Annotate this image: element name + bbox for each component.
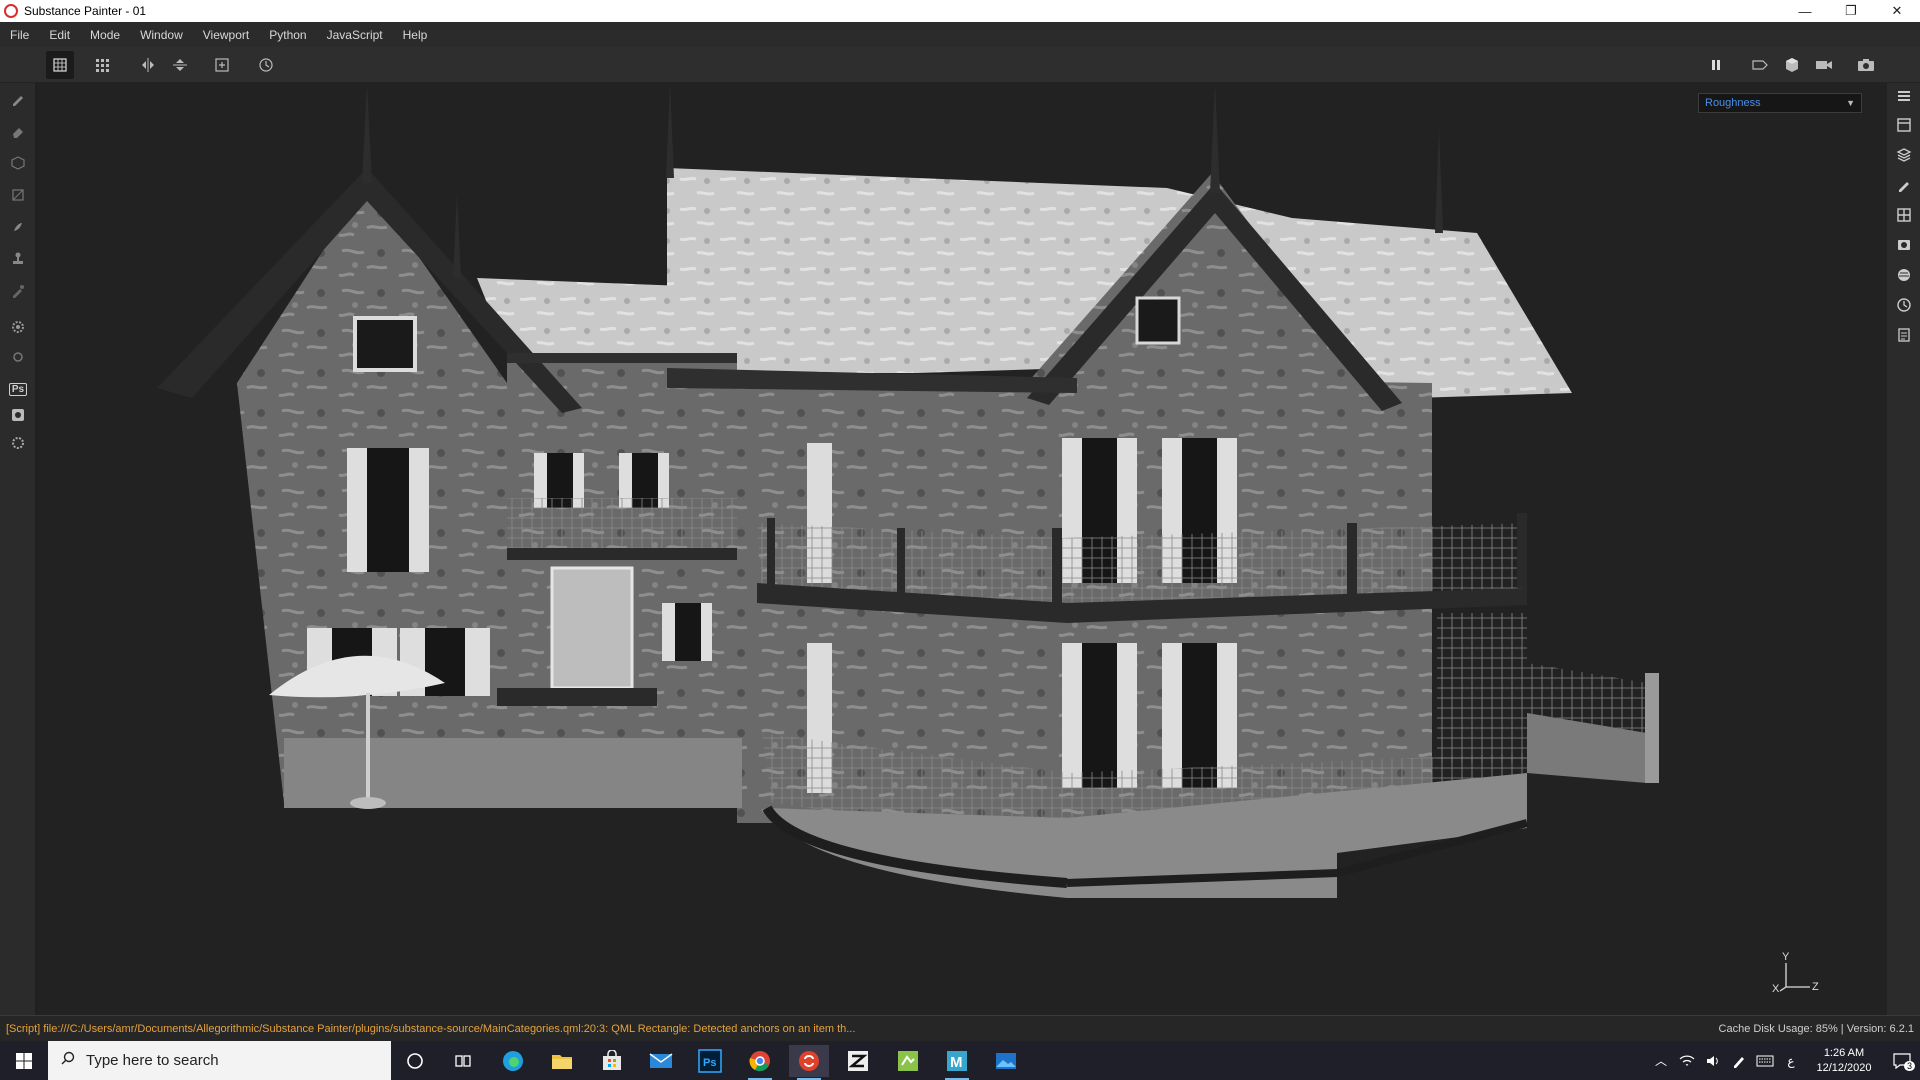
app-green-icon[interactable] bbox=[888, 1045, 928, 1077]
photoshop-icon[interactable]: Ps bbox=[6, 377, 30, 401]
menu-viewport[interactable]: Viewport bbox=[193, 28, 259, 42]
history-panel-icon[interactable] bbox=[1892, 293, 1916, 317]
smudge-icon[interactable] bbox=[6, 215, 30, 239]
system-tray: ︿ ع 1:26 AM 12/12/2020 3 bbox=[1648, 1041, 1920, 1080]
channel-select[interactable]: Roughness ▼ bbox=[1698, 93, 1862, 113]
window-title: Substance Painter - 01 bbox=[24, 4, 147, 18]
svg-text:Ps: Ps bbox=[703, 1057, 716, 1069]
layout-grid-icon[interactable] bbox=[90, 51, 118, 79]
eraser-icon[interactable] bbox=[6, 119, 30, 143]
minimize-button[interactable]: — bbox=[1782, 0, 1828, 22]
status-bar: [Script] file:///C:/Users/amr/Documents/… bbox=[0, 1015, 1920, 1041]
pause-icon[interactable] bbox=[1702, 51, 1730, 79]
svg-text:M: M bbox=[950, 1054, 963, 1071]
clock-time: 1:26 AM bbox=[1823, 1046, 1865, 1059]
window-controls: — ❐ ✕ bbox=[1782, 0, 1920, 22]
menu-file[interactable]: File bbox=[0, 28, 39, 42]
settings-gear-icon[interactable] bbox=[6, 315, 30, 339]
file-explorer-icon[interactable] bbox=[542, 1045, 582, 1077]
layout-single-icon[interactable] bbox=[46, 51, 74, 79]
geometry-mask-icon[interactable] bbox=[6, 183, 30, 207]
texture-set-list-icon[interactable] bbox=[1892, 85, 1916, 109]
right-panel-rail bbox=[1886, 83, 1920, 1015]
close-button[interactable]: ✕ bbox=[1874, 0, 1920, 22]
history-icon[interactable] bbox=[252, 51, 280, 79]
color-picker-icon[interactable] bbox=[6, 279, 30, 303]
search-icon bbox=[60, 1050, 76, 1071]
title-bar: Substance Painter - 01 — ❐ ✕ bbox=[0, 0, 1920, 22]
mail-icon[interactable] bbox=[641, 1045, 681, 1077]
substance-painter-window: Substance Painter - 01 — ❐ ✕ File Edit M… bbox=[0, 0, 1920, 1080]
cube-view-icon[interactable] bbox=[1778, 51, 1806, 79]
camera-persp-icon[interactable] bbox=[1746, 51, 1774, 79]
menu-edit[interactable]: Edit bbox=[39, 28, 80, 42]
axis-x-label: X bbox=[1772, 983, 1780, 995]
maya-icon[interactable]: M bbox=[937, 1045, 977, 1080]
symmetry-x-icon[interactable] bbox=[134, 51, 162, 79]
photoshop-icon[interactable]: Ps bbox=[690, 1045, 730, 1077]
house-model-render[interactable] bbox=[37, 83, 1886, 1015]
windows-start-icon[interactable] bbox=[0, 1041, 48, 1080]
add-frame-icon[interactable] bbox=[208, 51, 236, 79]
axis-y-label: Y bbox=[1782, 951, 1790, 963]
menu-window[interactable]: Window bbox=[130, 28, 193, 42]
taskbar-search-input[interactable]: Type here to search bbox=[48, 1041, 391, 1080]
paint-brush-icon[interactable] bbox=[6, 87, 30, 111]
display-settings-icon[interactable] bbox=[1892, 233, 1916, 257]
menu-help[interactable]: Help bbox=[393, 28, 438, 42]
main-toolbar bbox=[0, 47, 1920, 83]
screenshot-icon[interactable] bbox=[1852, 51, 1880, 79]
language-icon[interactable]: ع bbox=[1780, 1051, 1802, 1071]
restore-button[interactable]: ❐ bbox=[1828, 0, 1874, 22]
chevron-down-icon: ▼ bbox=[1846, 98, 1855, 108]
pen-icon[interactable] bbox=[1728, 1051, 1750, 1071]
shelf-icon[interactable] bbox=[1892, 203, 1916, 227]
layers-icon[interactable] bbox=[1892, 143, 1916, 167]
axis-gizmo: Y X Z bbox=[1772, 951, 1822, 999]
search-placeholder: Type here to search bbox=[86, 1052, 219, 1069]
clock-date: 12/12/2020 bbox=[1816, 1061, 1872, 1074]
export-icon[interactable] bbox=[6, 403, 30, 427]
keyboard-icon[interactable] bbox=[1754, 1051, 1776, 1071]
menu-javascript[interactable]: JavaScript bbox=[317, 28, 393, 42]
texture-set-settings-icon[interactable] bbox=[1892, 113, 1916, 137]
menu-bar: File Edit Mode Window Viewport Python Ja… bbox=[0, 22, 1920, 47]
axis-z-label: Z bbox=[1812, 981, 1819, 993]
status-message[interactable]: [Script] file:///C:/Users/amr/Documents/… bbox=[6, 1023, 855, 1035]
cache-version-info: Cache Disk Usage: 85% | Version: 6.2.1 bbox=[1718, 1022, 1914, 1035]
plugin-icon[interactable] bbox=[6, 431, 30, 455]
menu-mode[interactable]: Mode bbox=[80, 28, 130, 42]
notifications-count: 3 bbox=[1903, 1060, 1915, 1071]
chevron-up-icon[interactable]: ︿ bbox=[1650, 1051, 1672, 1071]
environment-icon[interactable] bbox=[1892, 263, 1916, 287]
store-icon[interactable] bbox=[592, 1045, 632, 1077]
volume-icon[interactable] bbox=[1702, 1051, 1724, 1071]
substance-painter-app-icon bbox=[4, 4, 18, 18]
channel-select-value: Roughness bbox=[1705, 97, 1761, 109]
substance-painter-icon[interactable] bbox=[789, 1045, 829, 1080]
notifications-icon[interactable]: 3 bbox=[1886, 1051, 1918, 1071]
clone-stamp-icon[interactable] bbox=[6, 247, 30, 271]
zbrush-icon[interactable] bbox=[838, 1045, 878, 1077]
cortana-icon[interactable] bbox=[395, 1045, 435, 1077]
symmetry-y-icon[interactable] bbox=[166, 51, 194, 79]
app-blue-icon[interactable] bbox=[986, 1045, 1026, 1077]
system-clock[interactable]: 1:26 AM 12/12/2020 bbox=[1804, 1046, 1884, 1076]
3d-viewport[interactable]: Roughness ▼ Y X Z bbox=[37, 83, 1886, 1015]
bake-icon[interactable] bbox=[6, 345, 30, 369]
properties-icon[interactable] bbox=[1892, 173, 1916, 197]
chrome-icon[interactable] bbox=[740, 1045, 780, 1080]
video-camera-icon[interactable] bbox=[1810, 51, 1838, 79]
wifi-icon[interactable] bbox=[1676, 1051, 1698, 1071]
log-icon[interactable] bbox=[1892, 323, 1916, 347]
windows-taskbar: Type here to search Ps M ︿ ع 1:26 AM 12/… bbox=[0, 1041, 1920, 1080]
task-view-icon[interactable] bbox=[443, 1045, 483, 1077]
projection-icon[interactable] bbox=[6, 151, 30, 175]
left-tool-rail: Ps bbox=[0, 83, 36, 1015]
menu-python[interactable]: Python bbox=[259, 28, 316, 42]
edge-icon[interactable] bbox=[493, 1045, 533, 1077]
